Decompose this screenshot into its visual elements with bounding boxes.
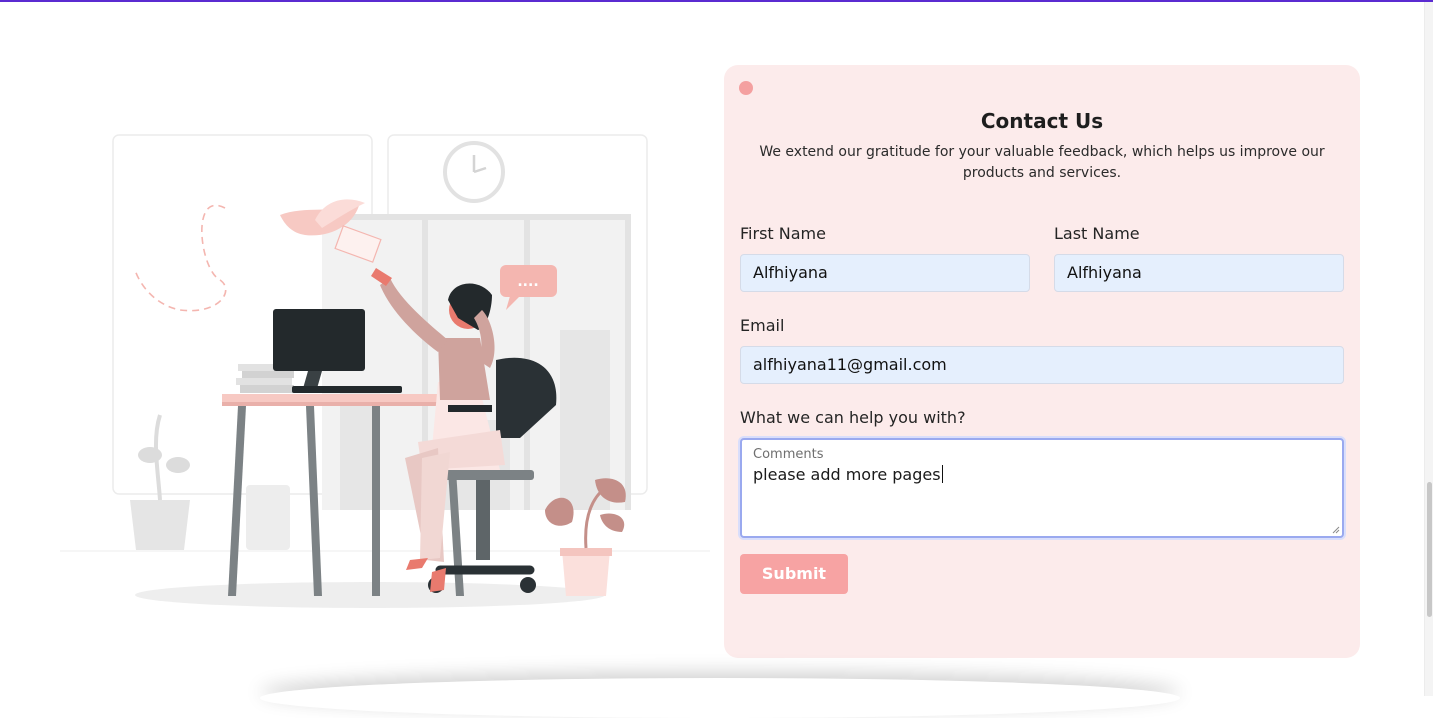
- svg-text:....: ....: [517, 274, 538, 290]
- scrollbar-thumb[interactable]: [1427, 482, 1432, 617]
- comments-placeholder: Comments: [753, 447, 824, 462]
- customer-support-illustration: ....: [60, 134, 710, 608]
- email-field[interactable]: alfhiyana11@gmail.com: [740, 346, 1344, 384]
- first-name-field[interactable]: Alfhiyana: [740, 254, 1030, 292]
- text-caret: [941, 465, 943, 483]
- trash-bin-icon: [246, 485, 290, 550]
- submit-button[interactable]: Submit: [740, 554, 848, 594]
- help-label: What we can help you with?: [740, 408, 966, 427]
- resize-handle-icon[interactable]: [1332, 526, 1340, 534]
- first-name-label: First Name: [740, 224, 826, 243]
- decorative-dot: [739, 81, 753, 95]
- clock-icon: [443, 141, 505, 203]
- scrollbar[interactable]: [1424, 2, 1433, 696]
- email-label: Email: [740, 316, 785, 335]
- last-name-label: Last Name: [1054, 224, 1140, 243]
- comments-value: please add more pages: [753, 465, 943, 484]
- comments-textarea[interactable]: Comments please add more pages: [740, 438, 1344, 538]
- contact-card: Contact Us We extend our gratitude for y…: [724, 65, 1360, 658]
- comments-text: please add more pages: [753, 465, 941, 484]
- page-title: Contact Us: [980, 109, 1104, 133]
- last-name-field[interactable]: Alfhiyana: [1054, 254, 1344, 292]
- page-subtitle: We extend our gratitude for your valuabl…: [759, 144, 1325, 181]
- next-section-edge: [260, 678, 1180, 718]
- top-accent-bar: [0, 0, 1433, 2]
